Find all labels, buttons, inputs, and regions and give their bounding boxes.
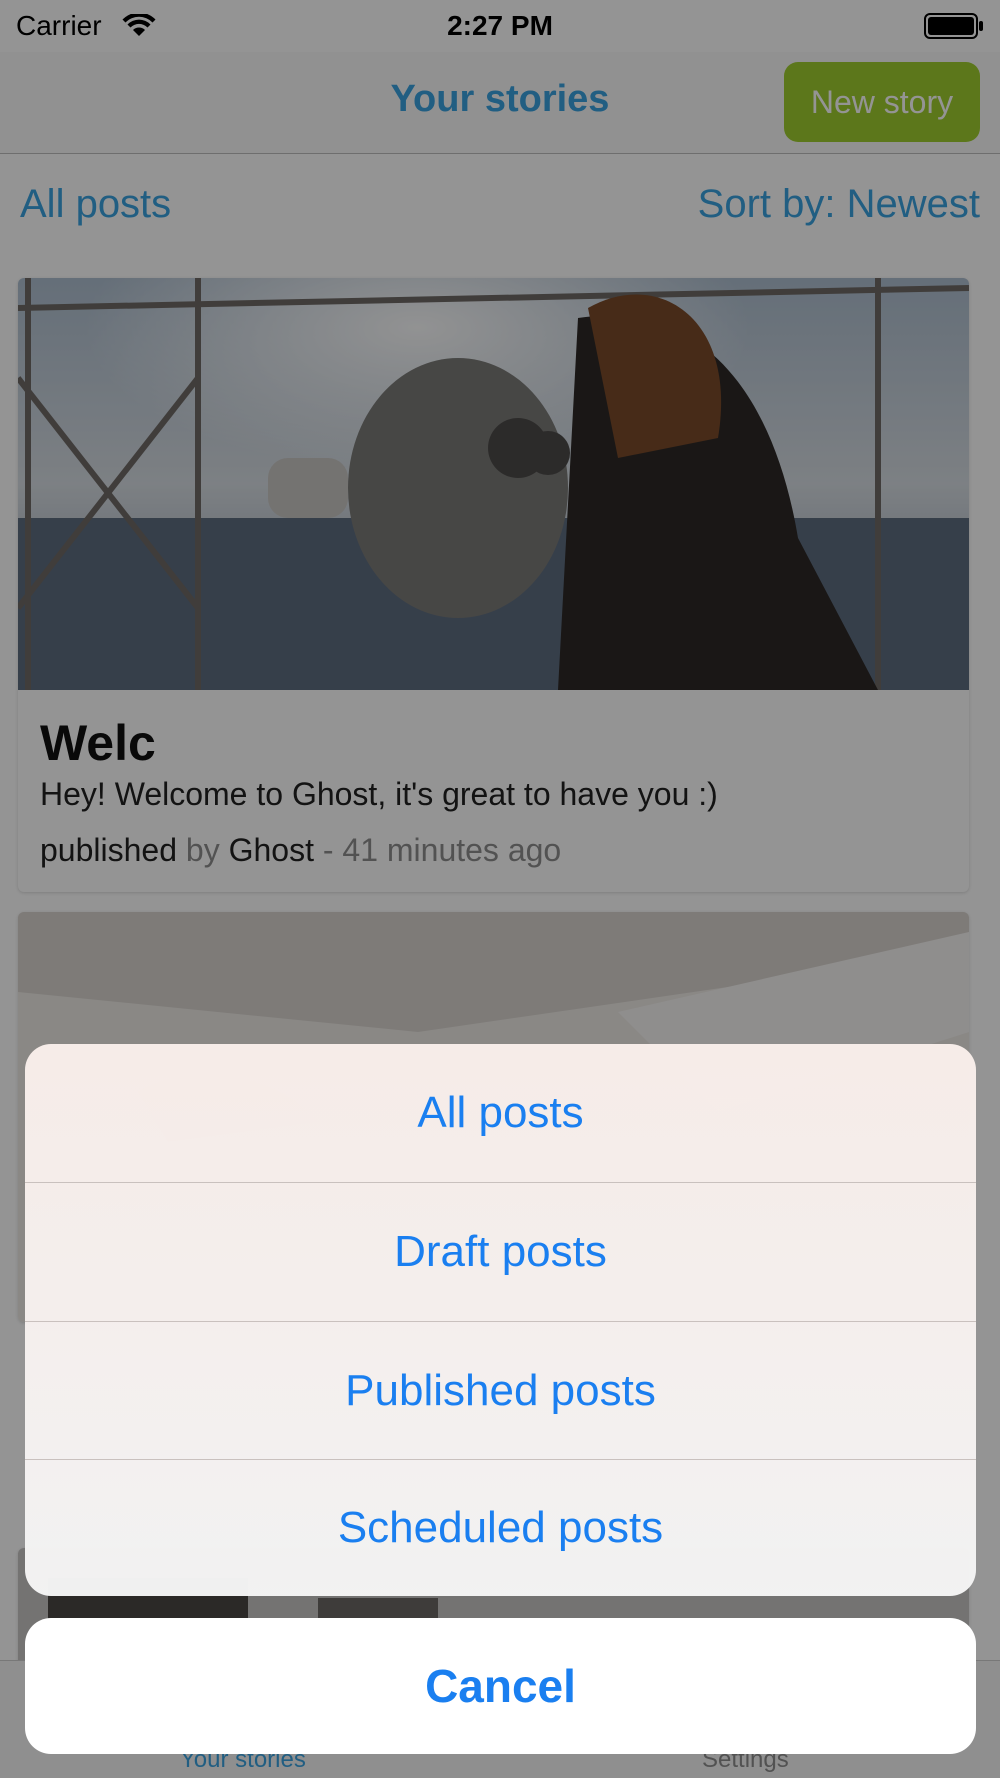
action-sheet: All posts Draft posts Published posts Sc…: [25, 1044, 976, 1596]
app-screen: Carrier 2:27 PM Your stories New story A…: [0, 0, 1000, 1778]
option-scheduled-posts[interactable]: Scheduled posts: [25, 1459, 976, 1596]
cancel-button[interactable]: Cancel: [25, 1618, 976, 1754]
option-draft-posts[interactable]: Draft posts: [25, 1183, 976, 1321]
option-published-posts[interactable]: Published posts: [25, 1322, 976, 1460]
option-all-posts[interactable]: All posts: [25, 1044, 976, 1182]
